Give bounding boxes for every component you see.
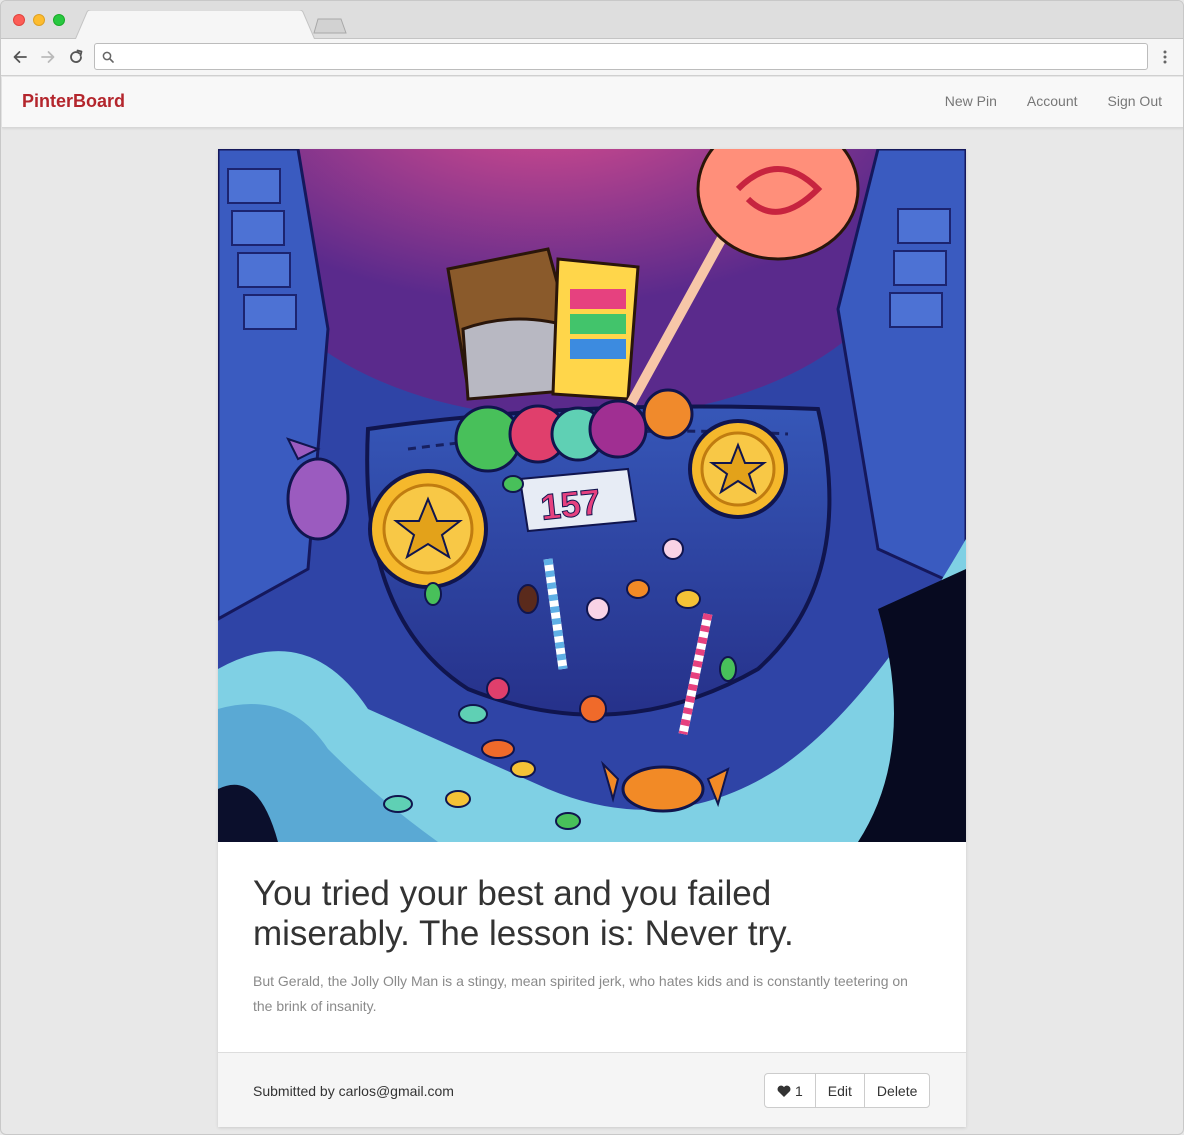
minimize-window-button[interactable] xyxy=(33,14,45,26)
tab-strip xyxy=(1,1,1183,40)
candy-pocket-illustration: 157 xyxy=(218,149,966,842)
active-tab[interactable] xyxy=(75,10,315,40)
address-input[interactable] xyxy=(121,47,1131,66)
nav-sign-out-link[interactable]: Sign Out xyxy=(1108,93,1162,109)
heart-icon xyxy=(777,1085,791,1097)
nav-links: New Pin Account Sign Out xyxy=(945,93,1162,109)
pin-action-buttons: 1 Edit Delete xyxy=(764,1073,931,1108)
like-button[interactable]: 1 xyxy=(764,1073,816,1108)
address-bar[interactable] xyxy=(94,43,1148,70)
like-count: 1 xyxy=(795,1082,803,1099)
pin-card: 157 You tried your best and you failed m… xyxy=(218,149,966,1127)
pin-description: But Gerald, the Jolly Olly Man is a stin… xyxy=(253,973,908,1014)
pin-image: 157 xyxy=(218,149,966,842)
close-window-button[interactable] xyxy=(13,14,25,26)
nav-new-pin-link[interactable]: New Pin xyxy=(945,93,997,109)
pin-body: You tried your best and you failed miser… xyxy=(218,842,966,1052)
back-icon[interactable] xyxy=(9,46,31,68)
reload-icon[interactable] xyxy=(65,46,87,68)
new-tab-button[interactable] xyxy=(313,18,347,34)
browser-window: PinterBoard New Pin Account Sign Out 157… xyxy=(0,0,1184,1135)
forward-icon[interactable] xyxy=(37,46,59,68)
brand-logo-link[interactable]: PinterBoard xyxy=(22,91,125,112)
search-icon xyxy=(102,50,114,68)
pin-title: You tried your best and you failed miser… xyxy=(253,874,794,953)
app-navbar: PinterBoard New Pin Account Sign Out xyxy=(2,77,1183,128)
edit-button[interactable]: Edit xyxy=(814,1073,865,1108)
maximize-window-button[interactable] xyxy=(53,14,65,26)
pocket-label-number: 157 xyxy=(539,481,603,528)
nav-account-link[interactable]: Account xyxy=(1027,93,1078,109)
pin-footer: Submitted by carlos@gmail.com 1 Edit Del… xyxy=(218,1052,966,1127)
browser-toolbar xyxy=(1,39,1183,76)
browser-menu-icon[interactable] xyxy=(1157,47,1173,67)
delete-button[interactable]: Delete xyxy=(863,1073,931,1108)
submitted-by-text: Submitted by carlos@gmail.com xyxy=(253,1083,454,1099)
